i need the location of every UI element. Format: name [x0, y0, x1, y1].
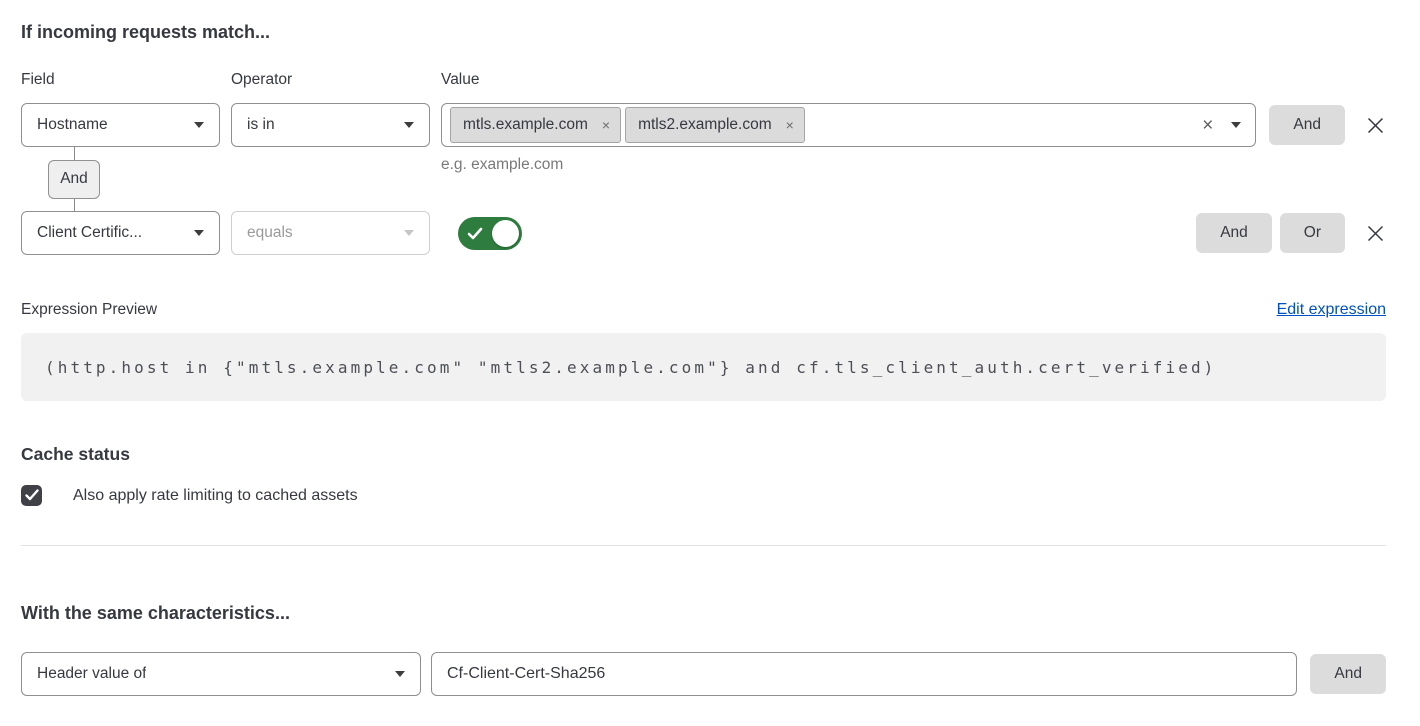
connector-line [74, 147, 75, 160]
remove-tag-icon[interactable]: × [786, 118, 794, 132]
section-divider [21, 545, 1386, 546]
chevron-down-icon [194, 230, 204, 236]
operator-select-row2: equals [231, 211, 430, 255]
match-section-title: If incoming requests match... [21, 22, 1386, 42]
chevron-down-icon [194, 122, 204, 128]
value-tag: mtls.example.com × [450, 107, 621, 143]
field-select-row2[interactable]: Client Certific... [21, 211, 220, 255]
row-connector-zone: And e.g. example.com [21, 147, 1386, 211]
edit-expression-link[interactable]: Edit expression [1277, 300, 1386, 320]
cache-checkbox-row: Also apply rate limiting to cached asset… [21, 485, 1386, 506]
value-tag-label: mtls.example.com [463, 116, 588, 134]
field-select-row1[interactable]: Hostname [21, 103, 220, 147]
and-button-row2[interactable]: And [1196, 213, 1272, 253]
rate-limit-rule-builder: If incoming requests match... Field Oper… [0, 0, 1420, 726]
characteristic-select[interactable]: Header value of [21, 652, 421, 696]
delete-row2-icon[interactable] [1365, 223, 1386, 244]
remove-tag-icon[interactable]: × [602, 118, 610, 132]
characteristic-select-value: Header value of [37, 665, 146, 683]
value-tag-label: mtls2.example.com [638, 116, 772, 134]
cached-assets-checkbox-label: Also apply rate limiting to cached asset… [73, 487, 358, 505]
header-name-input[interactable] [431, 652, 1297, 696]
value-multiselect[interactable]: mtls.example.com × mtls2.example.com × × [441, 103, 1256, 147]
field-label: Field [21, 70, 231, 90]
condition-row-1: Hostname is in mtls.example.com × mtls2.… [21, 103, 1386, 147]
characteristics-row: Header value of And [21, 652, 1386, 696]
cert-verified-toggle[interactable] [458, 217, 522, 250]
field-select-row1-value: Hostname [37, 116, 108, 134]
column-labels: Field Operator Value [21, 70, 1386, 90]
operator-select-row1-value: is in [247, 116, 275, 134]
operator-label: Operator [231, 70, 441, 90]
check-icon [467, 226, 483, 246]
clear-values-icon[interactable]: × [1198, 116, 1217, 135]
connector-and-chip[interactable]: And [48, 160, 100, 199]
and-button-characteristics[interactable]: And [1310, 654, 1386, 694]
check-icon [25, 489, 39, 502]
or-button-row2[interactable]: Or [1280, 213, 1345, 253]
expression-preview-label: Expression Preview [21, 300, 157, 320]
delete-row1-icon[interactable] [1365, 115, 1386, 136]
chevron-down-icon [404, 122, 414, 128]
condition-row-2: Client Certific... equals And Or [21, 211, 1386, 255]
characteristics-title: With the same characteristics... [21, 603, 1386, 623]
field-select-row2-value: Client Certific... [37, 224, 142, 242]
row2-actions: And Or [1196, 213, 1386, 253]
cached-assets-checkbox[interactable] [21, 485, 42, 506]
value-tag: mtls2.example.com × [625, 107, 805, 143]
logic-connector: And [48, 147, 100, 211]
toggle-knob [492, 220, 519, 247]
operator-select-row1[interactable]: is in [231, 103, 430, 147]
value-helper-text: e.g. example.com [441, 156, 563, 174]
cache-status-title: Cache status [21, 444, 1386, 464]
and-button-row1[interactable]: And [1269, 105, 1345, 145]
chevron-down-icon [395, 671, 405, 677]
expression-header: Expression Preview Edit expression [21, 300, 1386, 320]
expression-preview-box: (http.host in {"mtls.example.com" "mtls2… [21, 333, 1386, 401]
chevron-down-icon [404, 230, 414, 236]
value-label: Value [441, 70, 651, 90]
chevron-down-icon[interactable] [1231, 122, 1241, 128]
connector-line [74, 199, 75, 212]
operator-select-row2-value: equals [247, 224, 293, 242]
expression-code: (http.host in {"mtls.example.com" "mtls2… [45, 358, 1216, 377]
